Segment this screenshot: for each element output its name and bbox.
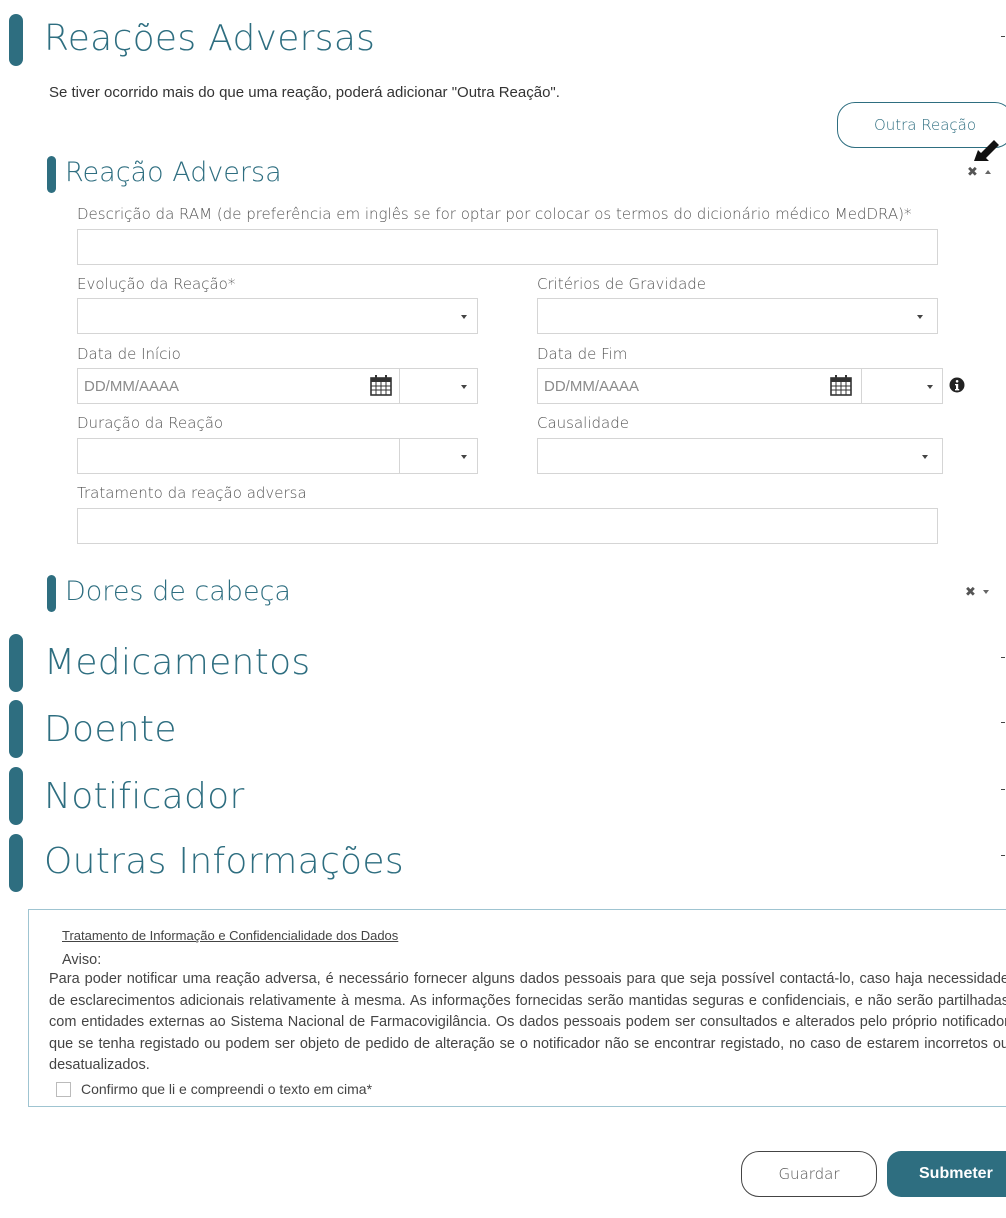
remove-reaction-icon[interactable]: ✖ xyxy=(967,165,978,180)
section-title-medicamentos[interactable]: Medicamentos xyxy=(44,642,310,683)
calendar-icon[interactable] xyxy=(370,375,392,396)
expand-toggle-icon[interactable] xyxy=(1001,657,1005,658)
collapse-toggle-icon[interactable] xyxy=(1001,36,1005,37)
section-title-reacoes-adversas: Reações Adversas xyxy=(44,18,376,59)
data-fim-label: Data de Fim xyxy=(537,345,628,363)
evolucao-label: Evolução da Reação* xyxy=(77,275,236,293)
data-inicio-field: DD/MM/AAAA xyxy=(77,368,478,404)
descricao-input[interactable] xyxy=(77,229,938,265)
chevron-down-icon xyxy=(917,315,923,319)
duracao-field xyxy=(77,438,478,474)
data-inicio-input[interactable]: DD/MM/AAAA xyxy=(84,378,179,395)
section-marker xyxy=(9,700,23,758)
aviso-label: Aviso: xyxy=(62,952,102,968)
duracao-label: Duração da Reação xyxy=(77,414,224,432)
save-button[interactable]: Guardar xyxy=(741,1151,877,1197)
section-marker xyxy=(9,634,23,692)
section-marker xyxy=(9,834,23,892)
confirm-checkbox[interactable] xyxy=(56,1082,71,1097)
section-marker xyxy=(9,14,23,66)
data-fim-input[interactable]: DD/MM/AAAA xyxy=(544,378,639,395)
data-inicio-label: Data de Início xyxy=(77,345,181,363)
section-title-notificador[interactable]: Notificador xyxy=(44,776,245,817)
causalidade-select[interactable] xyxy=(537,438,943,474)
criterios-select[interactable] xyxy=(537,298,938,334)
expand-toggle-icon[interactable] xyxy=(1001,789,1005,790)
section-marker xyxy=(9,767,23,825)
data-fim-field: DD/MM/AAAA xyxy=(537,368,943,404)
expand-toggle-icon[interactable] xyxy=(1001,722,1005,723)
criterios-label: Critérios de Gravidade xyxy=(537,275,707,293)
descricao-label: Descrição da RAM (de preferência em ingl… xyxy=(77,205,912,223)
intro-text: Se tiver ocorrido mais do que uma reação… xyxy=(49,84,560,101)
subsection-marker xyxy=(47,156,56,193)
subsection-marker xyxy=(47,575,56,612)
data-inicio-time-select[interactable] xyxy=(400,369,478,403)
section-title-doente[interactable]: Doente xyxy=(44,709,177,750)
submit-button[interactable]: Submeter xyxy=(887,1151,1006,1197)
privacy-text: Para poder notificar uma reação adversa,… xyxy=(49,971,1006,1073)
evolucao-select[interactable] xyxy=(77,298,478,334)
tratamento-input[interactable] xyxy=(77,508,938,544)
chevron-down-icon xyxy=(461,455,467,459)
calendar-icon[interactable] xyxy=(830,375,852,396)
chevron-down-icon xyxy=(927,385,933,389)
duracao-unit-select[interactable] xyxy=(400,439,478,473)
chevron-down-icon xyxy=(461,315,467,319)
confirm-label[interactable]: Confirmo que li e compreendi o texto em … xyxy=(81,1081,372,1097)
subsection-title-reacao-adversa: Reação Adversa xyxy=(65,157,282,188)
data-fim-time-select[interactable] xyxy=(862,369,942,403)
remove-reaction-icon[interactable]: ✖ xyxy=(965,585,976,600)
info-icon[interactable] xyxy=(949,377,965,393)
causalidade-label: Causalidade xyxy=(537,414,629,432)
expand-icon[interactable] xyxy=(983,590,989,594)
subsection-title-dores-de-cabeca[interactable]: Dores de cabeça xyxy=(65,576,291,607)
arrow-pointer-icon xyxy=(974,140,999,161)
collapse-icon[interactable] xyxy=(985,170,991,174)
expand-toggle-icon[interactable] xyxy=(1001,855,1005,856)
tratamento-label: Tratamento da reação adversa xyxy=(77,484,307,502)
chevron-down-icon xyxy=(922,455,928,459)
privacy-notice: Tratamento de Informação e Confidenciali… xyxy=(28,909,1006,1107)
chevron-down-icon xyxy=(461,385,467,389)
privacy-link[interactable]: Tratamento de Informação e Confidenciali… xyxy=(62,928,398,943)
section-title-outras-informacoes[interactable]: Outras Informações xyxy=(44,841,404,882)
